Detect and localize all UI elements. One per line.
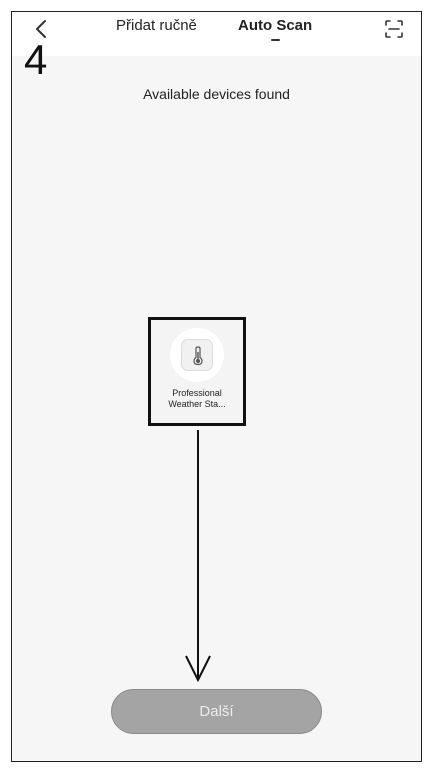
scan-qr-icon[interactable] — [385, 20, 403, 38]
next-button[interactable]: Další — [111, 689, 322, 734]
app-screen: Přidat ručně Auto Scan 4 Available devic… — [11, 11, 422, 762]
tab-manual-add[interactable]: Přidat ručně — [116, 17, 197, 34]
thermometer-icon — [193, 346, 203, 366]
device-icon-circle — [170, 328, 224, 382]
device-card[interactable]: Professional Weather Sta... — [148, 317, 246, 426]
active-tab-indicator — [271, 39, 280, 41]
down-arrow-annotation — [185, 430, 211, 682]
device-icon-tile — [181, 339, 213, 371]
device-name-line-1: Professional — [172, 388, 222, 398]
device-name-line-2: Weather Sta... — [168, 399, 226, 409]
step-number-label: 4 — [24, 36, 48, 83]
scan-status-text: Available devices found — [143, 86, 290, 102]
tab-auto-scan[interactable]: Auto Scan — [238, 17, 312, 34]
top-bar: Přidat ručně Auto Scan — [12, 12, 421, 56]
device-name: Professional Weather Sta... — [151, 388, 243, 410]
